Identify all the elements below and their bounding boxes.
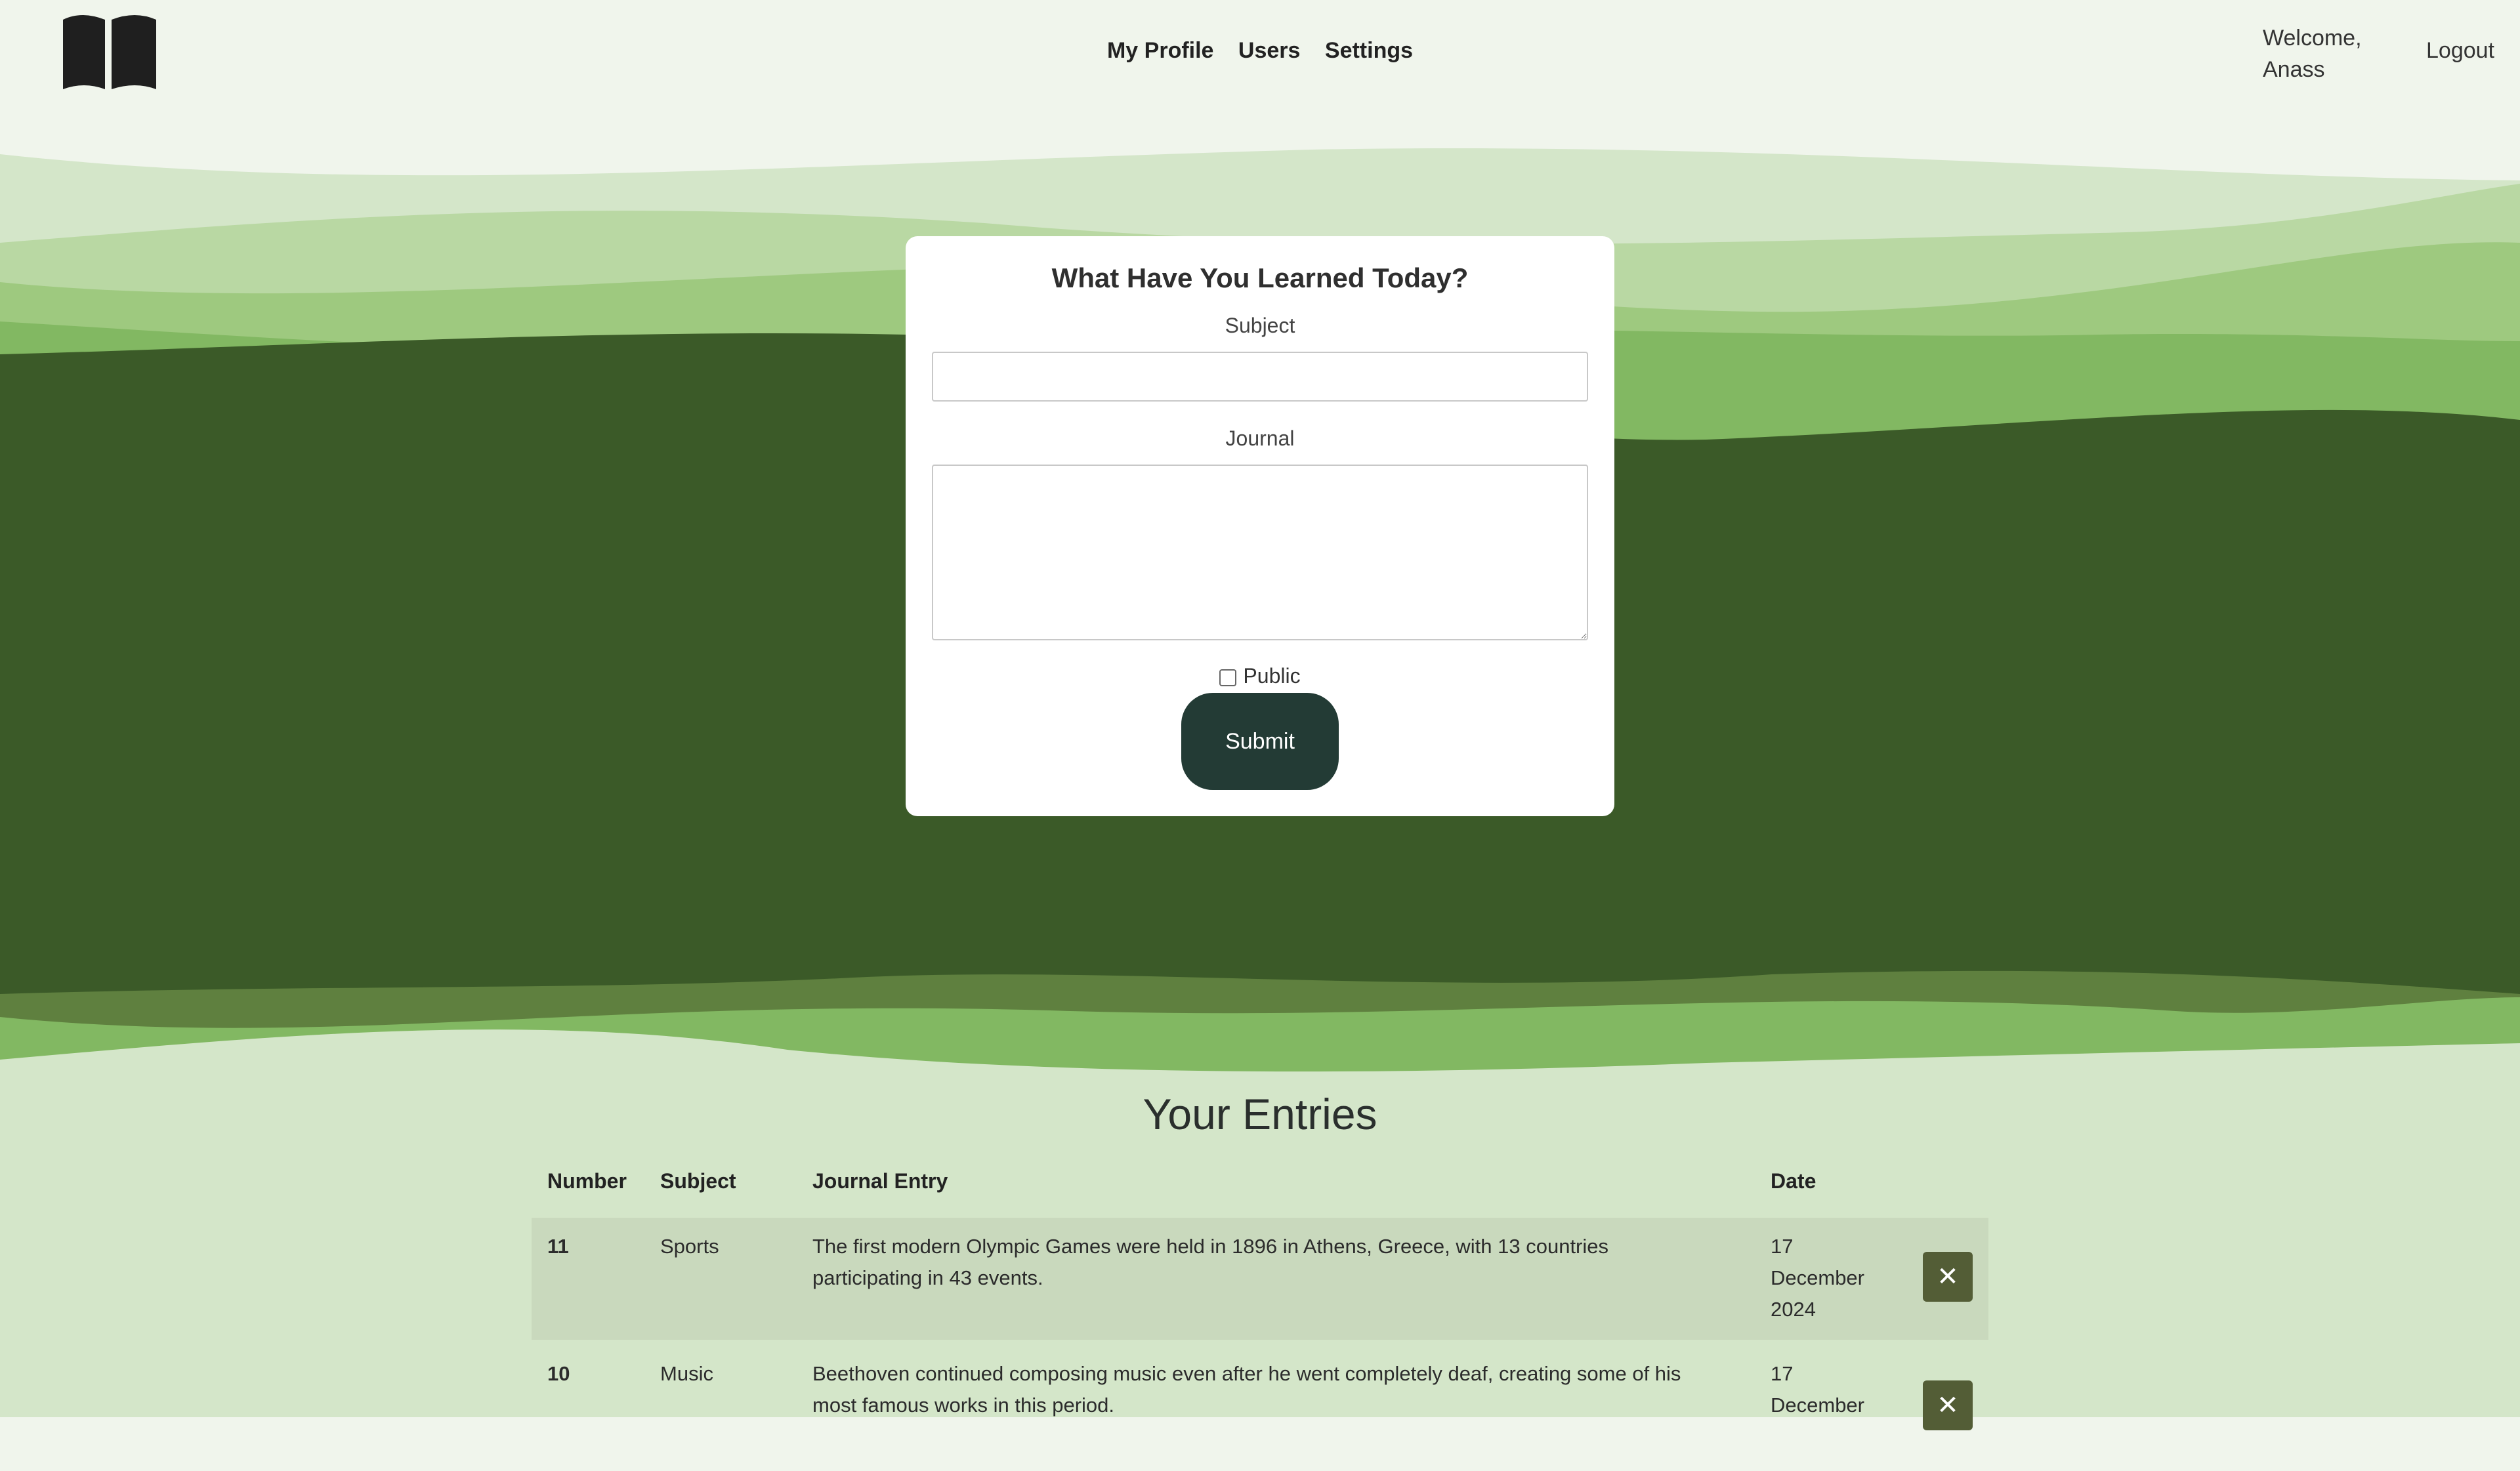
journal-form-card: What Have You Learned Today? Subject Jou… (906, 236, 1614, 816)
entry-date-month: December (1771, 1394, 1864, 1417)
public-option: Public (906, 664, 1614, 688)
subject-label: Subject (1225, 314, 1295, 337)
entry-text-line: participating in 43 events. (812, 1266, 1043, 1289)
logout-link[interactable]: Logout (2426, 38, 2494, 64)
entry-subject: Music (660, 1362, 713, 1385)
entry-text-line: The first modern Olympic Games were held… (812, 1235, 1609, 1258)
entry-date-day: 17 (1771, 1235, 1794, 1258)
entries-heading: Your Entries (1143, 1090, 1377, 1138)
delete-entry-button[interactable]: ✕ (1923, 1252, 1973, 1302)
welcome-greeting: Welcome, (2263, 26, 2362, 51)
subject-input[interactable] (932, 352, 1588, 402)
public-checkbox[interactable] (1219, 669, 1237, 686)
column-date: Date (1771, 1169, 1816, 1193)
entry-text: Beethoven continued composing music even… (812, 1358, 1731, 1421)
form-title: What Have You Learned Today? (1051, 262, 1469, 293)
journal-label: Journal (1225, 426, 1295, 450)
entry-date-year: 2024 (1771, 1298, 1816, 1321)
table-row: 10 Music Beethoven continued composing m… (532, 1340, 1988, 1471)
journal-textarea[interactable] (932, 465, 1588, 640)
delete-entry-button[interactable]: ✕ (1923, 1380, 1973, 1430)
entry-text-line: Beethoven continued composing music even… (812, 1362, 1681, 1385)
nav-settings[interactable]: Settings (1325, 38, 1413, 63)
table-row: 11 Sports The first modern Olympic Games… (532, 1218, 1988, 1340)
entry-text: The first modern Olympic Games were held… (812, 1231, 1731, 1294)
top-navbar: My Profile Users Settings Welcome, Anass… (0, 0, 2520, 105)
entry-number: 10 (547, 1362, 570, 1385)
column-number: Number (547, 1169, 627, 1193)
column-subject: Subject (660, 1169, 736, 1193)
main-nav: My Profile Users Settings (0, 38, 2520, 64)
entry-date-day: 17 (1771, 1362, 1794, 1385)
entry-number: 11 (547, 1235, 569, 1258)
welcome-text: Welcome, Anass (2263, 22, 2368, 85)
entry-subject: Sports (660, 1235, 719, 1258)
submit-button[interactable]: Submit (1181, 693, 1339, 790)
nav-users[interactable]: Users (1238, 38, 1301, 63)
entry-date-month: December (1771, 1266, 1864, 1289)
public-label: Public (1243, 664, 1301, 688)
column-journal-entry: Journal Entry (812, 1169, 948, 1193)
table-header: Number Subject Journal Entry Date (532, 1155, 1988, 1215)
entry-text-line: most famous works in this period. (812, 1394, 1115, 1417)
entry-date: 17 December 2024 (1771, 1231, 1864, 1325)
nav-my-profile[interactable]: My Profile (1107, 38, 1213, 63)
entry-date: 17 December (1771, 1358, 1864, 1421)
welcome-username: Anass (2263, 57, 2325, 82)
